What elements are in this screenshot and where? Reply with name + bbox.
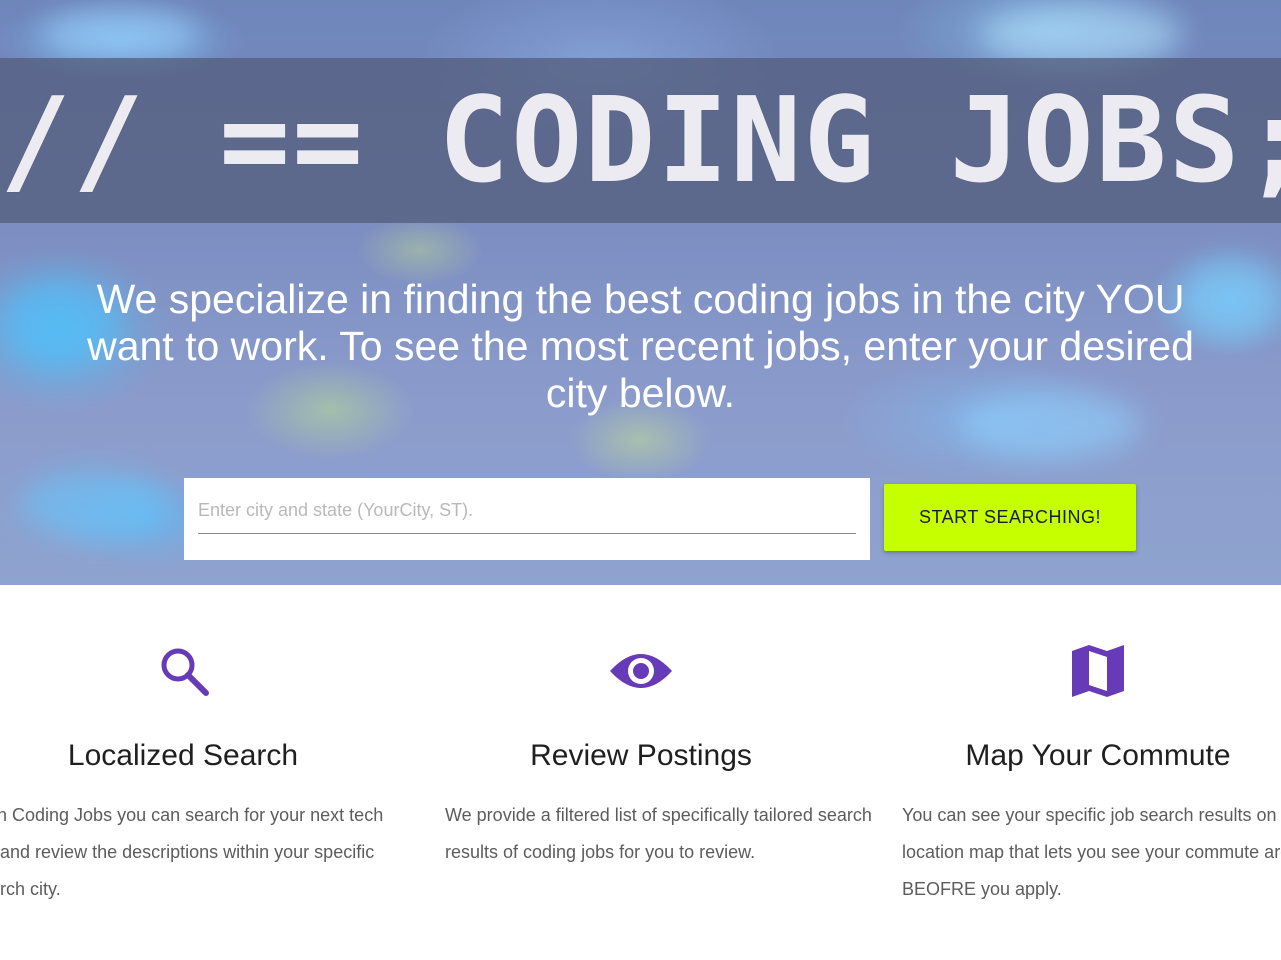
feature-description: We provide a filtered list of specifical… — [445, 805, 872, 862]
feature-map-commute: Map Your Commute You can see your specif… — [868, 585, 1281, 960]
background-blur — [980, 5, 1180, 65]
city-search-input[interactable] — [198, 488, 856, 534]
feature-localized-search: Localized Search With Coding Jobs you ca… — [0, 585, 413, 960]
feature-title: Localized Search — [67, 739, 299, 772]
start-searching-button[interactable]: START SEARCHING! — [884, 484, 1136, 551]
feature-description: You can see your specific job search res… — [902, 805, 1281, 899]
map-icon — [1063, 643, 1133, 699]
feature-title: Map Your Commute — [965, 739, 1231, 772]
eye-icon — [606, 643, 676, 699]
search-box — [184, 478, 870, 560]
background-blur — [40, 10, 200, 60]
hero-tagline: We specialize in finding the best coding… — [87, 276, 1194, 416]
background-blur — [20, 470, 170, 540]
search-icon — [148, 643, 218, 699]
feature-review-postings: Review Postings We provide a filtered li… — [411, 585, 872, 960]
feature-title: Review Postings — [530, 739, 752, 772]
feature-description: With Coding Jobs you can search for your… — [0, 805, 384, 899]
site-title: // == CODING JOBS; — [0, 71, 1281, 209]
